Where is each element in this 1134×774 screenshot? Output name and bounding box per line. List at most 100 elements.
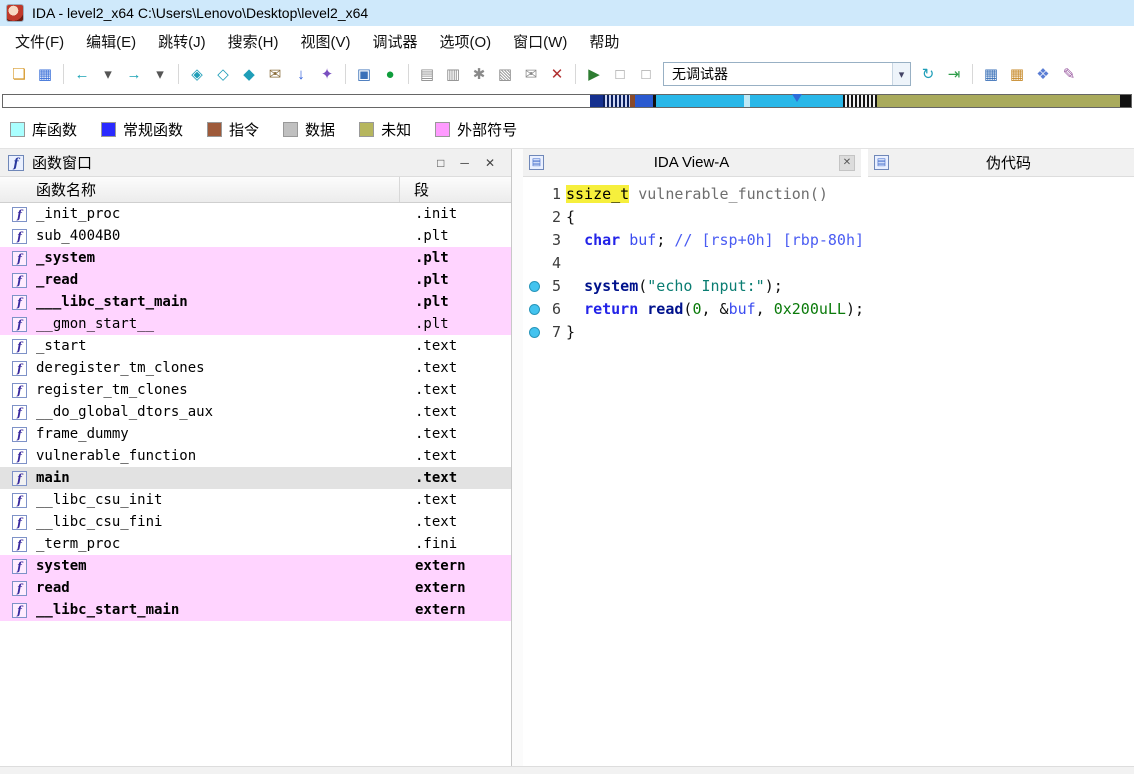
function-name: _init_proc — [36, 206, 121, 222]
code-line[interactable]: 5 system("echo Input:"); — [523, 275, 1134, 298]
menu-jump[interactable]: 跳转(J) — [147, 31, 217, 52]
tab-ida-view-a[interactable]: ▤ IDA View-A ✕ — [523, 149, 861, 177]
column-function-name[interactable]: 函数名称 — [0, 177, 400, 202]
function-row[interactable]: f main .text — [0, 467, 511, 489]
code-line[interactable]: 7} — [523, 321, 1134, 344]
open-file-icon[interactable]: ❏ — [7, 62, 31, 86]
notes-icon[interactable]: ✉ — [519, 62, 543, 86]
breakpoint-list-icon[interactable]: ▦ — [979, 62, 1003, 86]
function-row[interactable]: f _read .plt — [0, 269, 511, 291]
regular-function-swatch — [101, 121, 117, 137]
function-row[interactable]: f __libc_csu_init .text — [0, 489, 511, 511]
debugger-step-icon[interactable]: ⇥ — [942, 62, 966, 86]
function-row[interactable]: f __do_global_dtors_aux .text — [0, 401, 511, 423]
debug-start-icon[interactable]: ▶ — [582, 62, 606, 86]
structures-icon[interactable]: ▤ — [415, 62, 439, 86]
code-line[interactable]: 1 ssize_t vulnerable_function() — [523, 183, 1134, 206]
panel-splitter[interactable] — [512, 149, 523, 766]
function-segment: .fini — [415, 536, 458, 552]
navband-segment[interactable] — [603, 95, 631, 107]
enums-icon[interactable]: ▥ — [441, 62, 465, 86]
menu-search[interactable]: 搜索(H) — [217, 31, 290, 52]
navband-segment[interactable] — [3, 95, 590, 107]
function-name: __gmon_start__ — [36, 316, 155, 332]
nav-forward-menu-icon[interactable]: ▾ — [148, 62, 172, 86]
function-icon: f — [12, 470, 27, 486]
jump-name-icon[interactable]: ◈ — [185, 62, 209, 86]
menu-options[interactable]: 选项(O) — [429, 31, 503, 52]
function-row[interactable]: f _start .text — [0, 335, 511, 357]
function-row[interactable]: f register_tm_clones .text — [0, 379, 511, 401]
menu-debugger[interactable]: 调试器 — [361, 31, 428, 52]
function-row[interactable]: f ___libc_start_main .plt — [0, 291, 511, 313]
plugins-icon[interactable]: ❖ — [1031, 62, 1055, 86]
function-row[interactable]: f __libc_start_main extern — [0, 599, 511, 621]
code-line[interactable]: 3 char buf; // [rsp+0h] [rbp-80h] — [523, 229, 1134, 252]
navigation-band[interactable] — [0, 92, 1134, 110]
function-icon: f — [12, 448, 27, 464]
debugger-attach-icon[interactable]: ↻ — [916, 62, 940, 86]
debug-stop-icon[interactable]: □ — [634, 62, 658, 86]
save-icon[interactable]: ▦ — [33, 62, 57, 86]
menu-help[interactable]: 帮助 — [578, 31, 630, 52]
debugger-selector-dropdown-icon[interactable]: ▾ — [892, 63, 910, 85]
function-name: __libc_csu_fini — [36, 514, 163, 530]
function-row[interactable]: f __libc_csu_fini .text — [0, 511, 511, 533]
navband-segment[interactable] — [656, 95, 745, 107]
function-row[interactable]: f _system .plt — [0, 247, 511, 269]
cross-references-icon[interactable]: ✱ — [467, 62, 491, 86]
menu-bar: 文件(F) 编辑(E) 跳转(J) 搜索(H) 视图(V) 调试器 选项(O) 窗口(W) 帮助 — [0, 26, 1134, 56]
code-line[interactable]: 4 — [523, 252, 1134, 275]
text-view-icon[interactable]: ▣ — [352, 62, 376, 86]
function-row[interactable]: f frame_dummy .text — [0, 423, 511, 445]
debugger-selector[interactable]: 无调试器 ▾ — [663, 62, 911, 86]
navband-segment[interactable] — [589, 95, 604, 107]
navband-segment[interactable] — [877, 95, 1120, 107]
function-segment: .text — [415, 448, 458, 464]
code-line[interactable]: 6 return read(0, &buf, 0x200uLL); — [523, 298, 1134, 321]
function-row[interactable]: f vulnerable_function .text — [0, 445, 511, 467]
nav-back-icon[interactable]: ← — [70, 62, 94, 86]
function-segment: .text — [415, 426, 458, 442]
module-list-icon[interactable]: ▦ — [1005, 62, 1029, 86]
panel-restore-button[interactable]: □ — [437, 156, 444, 170]
function-row[interactable]: f __gmon_start__ .plt — [0, 313, 511, 335]
tab-pseudocode[interactable]: ▤ 伪代码 — [868, 149, 1134, 177]
function-row[interactable]: f system extern — [0, 555, 511, 577]
nav-forward-icon[interactable]: → — [122, 62, 146, 86]
debug-pause-icon[interactable]: □ — [608, 62, 632, 86]
navband-segment[interactable] — [1119, 95, 1131, 107]
graph-overview-icon[interactable]: ● — [378, 62, 402, 86]
function-icon: f — [12, 228, 27, 244]
legend-item-instruction: 指令 — [207, 119, 259, 140]
function-row[interactable]: f read extern — [0, 577, 511, 599]
nav-back-menu-icon[interactable]: ▾ — [96, 62, 120, 86]
function-row[interactable]: f _init_proc .init — [0, 203, 511, 225]
mail-icon[interactable]: ✉ — [263, 62, 287, 86]
menu-windows[interactable]: 窗口(W) — [502, 31, 578, 52]
pseudocode-view[interactable]: 1 ssize_t vulnerable_function() 2{3 char b… — [523, 177, 1134, 766]
menu-file[interactable]: 文件(F) — [4, 31, 75, 52]
edit-icon[interactable]: ✎ — [1057, 62, 1081, 86]
panel-close-button[interactable]: ✕ — [485, 156, 495, 170]
jump-next-icon[interactable]: ↓ — [289, 62, 313, 86]
navband-segment[interactable] — [843, 95, 878, 107]
function-icon: f — [12, 404, 27, 420]
navband-track[interactable] — [2, 94, 1132, 108]
function-row[interactable]: f deregister_tm_clones .text — [0, 357, 511, 379]
code-line[interactable]: 2{ — [523, 206, 1134, 229]
navband-segment[interactable] — [634, 95, 653, 107]
menu-view[interactable]: 视图(V) — [289, 31, 361, 52]
column-segment[interactable]: 段 — [400, 179, 429, 200]
jump-segment-icon[interactable]: ◇ — [211, 62, 235, 86]
segments-icon[interactable]: ▧ — [493, 62, 517, 86]
function-row[interactable]: f _term_proc .fini — [0, 533, 511, 555]
function-row[interactable]: f sub_4004B0 .plt — [0, 225, 511, 247]
close-window-icon[interactable]: ✕ — [545, 62, 569, 86]
script-icon[interactable]: ✦ — [315, 62, 339, 86]
panel-minimize-button[interactable]: ─ — [460, 156, 469, 170]
menu-edit[interactable]: 编辑(E) — [75, 31, 147, 52]
ida-view-close-button[interactable]: ✕ — [839, 154, 855, 171]
functions-window-title: 函数窗口 — [32, 155, 93, 172]
jump-problem-icon[interactable]: ◆ — [237, 62, 261, 86]
